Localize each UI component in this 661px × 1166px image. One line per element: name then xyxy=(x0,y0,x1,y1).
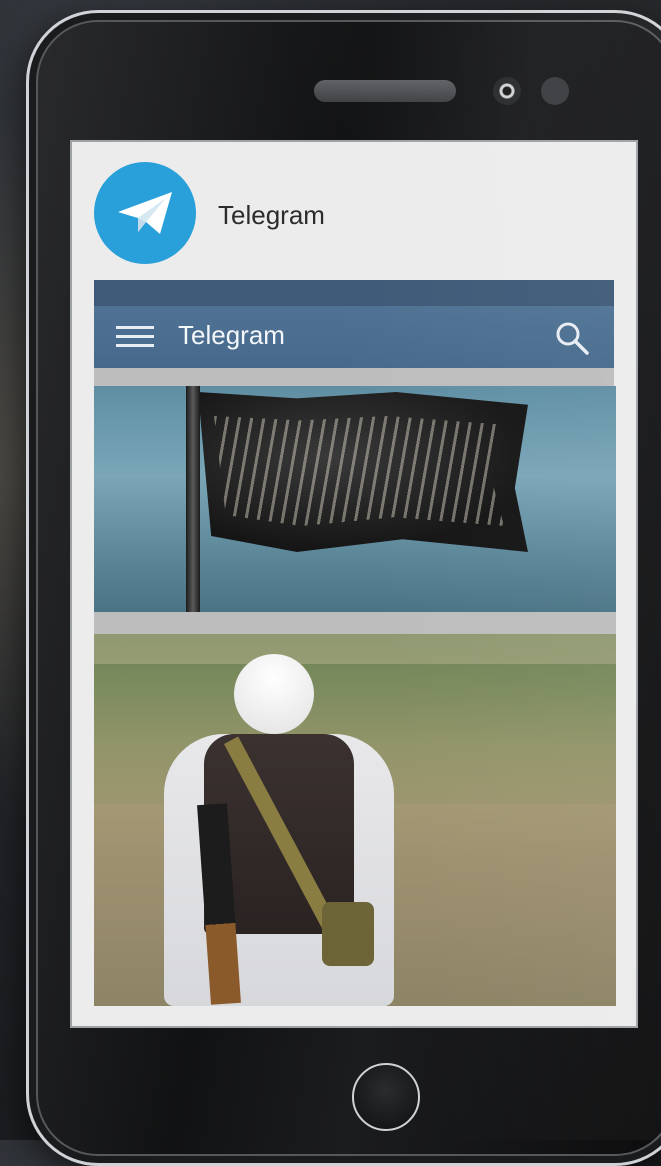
proximity-sensor xyxy=(541,77,569,105)
app-header: Telegram xyxy=(94,162,614,266)
telegram-logo[interactable] xyxy=(94,162,196,264)
post-image-flag[interactable] xyxy=(94,386,616,612)
phone-screen: Telegram Telegram xyxy=(70,140,638,1028)
navbar-title: Telegram xyxy=(178,320,285,350)
app-name: Telegram xyxy=(218,200,325,230)
navbar-shadow xyxy=(94,368,614,386)
paper-plane-icon xyxy=(118,192,172,234)
flag-pole xyxy=(186,386,200,612)
home-button[interactable] xyxy=(352,1063,420,1131)
post-image-fighter[interactable] xyxy=(94,634,616,1006)
figure-cap xyxy=(234,654,314,734)
navbar: Telegram xyxy=(94,306,614,368)
speaker-grille xyxy=(314,80,456,102)
flag-script xyxy=(214,416,504,526)
status-strip xyxy=(94,280,614,307)
search-icon[interactable] xyxy=(554,320,590,356)
post-divider xyxy=(94,612,616,634)
shoulder-pouch xyxy=(322,902,374,966)
front-camera xyxy=(493,77,521,105)
hamburger-menu-icon[interactable] xyxy=(116,326,156,348)
